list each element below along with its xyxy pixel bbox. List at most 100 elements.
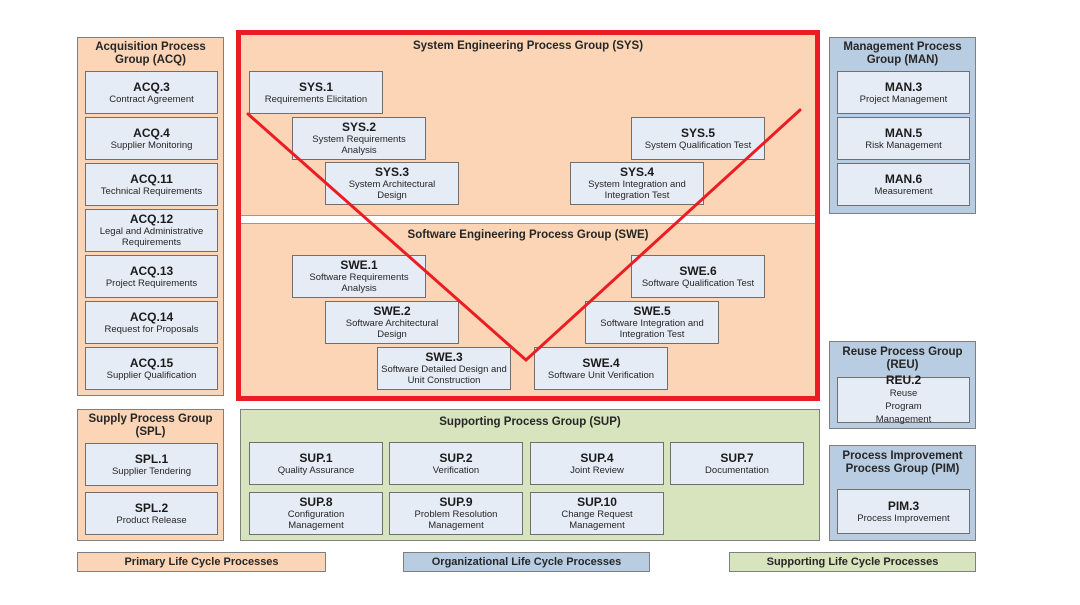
reu-group-title: Reuse Process Group (REU) bbox=[842, 346, 963, 371]
process-name: System Requirements Analysis bbox=[312, 134, 406, 156]
process-name: Software Unit Verification bbox=[547, 369, 655, 381]
process-name: Risk Management bbox=[865, 139, 942, 151]
process-id: ACQ.12 bbox=[129, 212, 174, 226]
process-id: REU.2 bbox=[885, 373, 922, 387]
process-sup-7[interactable]: SUP.7 Documentation bbox=[670, 442, 804, 485]
process-name: Project Management bbox=[859, 93, 948, 105]
man-group: Management Process Group (MAN) MAN.3 Pro… bbox=[829, 37, 976, 214]
process-swe-3[interactable]: SWE.3 Software Detailed Design and Unit … bbox=[377, 347, 511, 390]
process-id: SPL.1 bbox=[134, 451, 169, 466]
process-id: ACQ.3 bbox=[133, 79, 170, 94]
process-sys-5[interactable]: SYS.5 System Qualification Test bbox=[631, 117, 765, 160]
process-sup-10[interactable]: SUP.10 Change Request Management bbox=[530, 492, 664, 535]
process-id: MAN.5 bbox=[884, 125, 923, 140]
process-id: ACQ.4 bbox=[133, 125, 170, 140]
process-name: Request for Proposals bbox=[104, 323, 199, 335]
sup-group: Supporting Process Group (SUP) SUP.1 Qua… bbox=[240, 409, 820, 541]
process-id: SYS.4 bbox=[619, 165, 655, 179]
reu-group: Reuse Process Group (REU) REU.2 Reuse Pr… bbox=[829, 341, 976, 429]
process-id: SUP.7 bbox=[720, 450, 754, 465]
spl-group: Supply Process Group (SPL) SPL.1 Supplie… bbox=[77, 409, 224, 541]
process-swe-5[interactable]: SWE.5 Software Integration and Integrati… bbox=[585, 301, 719, 344]
process-id: SUP.10 bbox=[577, 495, 617, 509]
process-name: Joint Review bbox=[570, 464, 624, 476]
process-name: Process Improvement bbox=[857, 512, 950, 524]
process-name: Product Release bbox=[116, 514, 187, 526]
process-sys-1[interactable]: SYS.1 Requirements Elicitation bbox=[249, 71, 383, 114]
process-id: SUP.2 bbox=[439, 450, 473, 465]
process-name: Problem Resolution Management bbox=[414, 509, 498, 531]
process-acq-15[interactable]: ACQ.15 Supplier Qualification bbox=[85, 347, 218, 390]
sys-group-title: System Engineering Process Group (SYS) bbox=[412, 40, 644, 52]
acq-group: Acquisition Process Group (ACQ) ACQ.3 Co… bbox=[77, 37, 224, 396]
legend-primary: Primary Life Cycle Processes bbox=[77, 552, 326, 572]
process-sys-2[interactable]: SYS.2 System Requirements Analysis bbox=[292, 117, 426, 160]
process-id: SUP.9 bbox=[439, 495, 473, 509]
process-id: SWE.5 bbox=[633, 304, 671, 318]
process-swe-6[interactable]: SWE.6 Software Qualification Test bbox=[631, 255, 765, 298]
process-name: Verification bbox=[432, 464, 480, 476]
process-name: Software Requirements Analysis bbox=[309, 272, 409, 294]
process-pim-3[interactable]: PIM.3 Process Improvement bbox=[837, 489, 970, 534]
process-acq-3[interactable]: ACQ.3 Contract Agreement bbox=[85, 71, 218, 114]
spl-group-title: Supply Process Group (SPL) bbox=[88, 413, 213, 438]
process-id: SYS.1 bbox=[298, 79, 334, 94]
process-id: SPL.2 bbox=[134, 500, 169, 515]
process-name: Software Architectural Design bbox=[345, 318, 439, 340]
process-acq-4[interactable]: ACQ.4 Supplier Monitoring bbox=[85, 117, 218, 160]
process-id: SWE.2 bbox=[373, 304, 411, 318]
process-name: Documentation bbox=[705, 464, 769, 476]
process-name: Configuration Management bbox=[287, 509, 345, 531]
process-spl-2[interactable]: SPL.2 Product Release bbox=[85, 492, 218, 535]
pim-group-title: Process Improvement Process Group (PIM) bbox=[842, 450, 963, 475]
process-sys-4[interactable]: SYS.4 System Integration and Integration… bbox=[570, 162, 704, 205]
process-name: Measurement bbox=[874, 185, 933, 197]
process-reu-2[interactable]: REU.2 Reuse Program Management bbox=[837, 373, 970, 425]
process-name: Reuse Program Management bbox=[875, 388, 932, 425]
process-swe-4[interactable]: SWE.4 Software Unit Verification bbox=[534, 347, 668, 390]
sup-group-title: Supporting Process Group (SUP) bbox=[439, 416, 621, 428]
process-name: Requirements Elicitation bbox=[264, 93, 368, 105]
process-name: Software Detailed Design and Unit Constr… bbox=[381, 364, 507, 386]
process-name: Legal and Administrative Requirements bbox=[99, 226, 204, 248]
process-name: System Architectural Design bbox=[348, 179, 436, 201]
process-id: SWE.3 bbox=[425, 350, 463, 364]
man-group-title: Management Process Group (MAN) bbox=[843, 41, 962, 66]
process-sup-9[interactable]: SUP.9 Problem Resolution Management bbox=[389, 492, 523, 535]
process-name: Technical Requirements bbox=[100, 185, 203, 197]
process-sup-2[interactable]: SUP.2 Verification bbox=[389, 442, 523, 485]
process-name: Supplier Tendering bbox=[111, 465, 192, 477]
process-name: Quality Assurance bbox=[277, 464, 355, 476]
process-acq-14[interactable]: ACQ.14 Request for Proposals bbox=[85, 301, 218, 344]
process-id: SWE.4 bbox=[582, 355, 620, 370]
process-sup-8[interactable]: SUP.8 Configuration Management bbox=[249, 492, 383, 535]
process-swe-1[interactable]: SWE.1 Software Requirements Analysis bbox=[292, 255, 426, 298]
process-id: SYS.2 bbox=[341, 120, 377, 134]
sys-swe-separator bbox=[241, 215, 815, 224]
process-swe-2[interactable]: SWE.2 Software Architectural Design bbox=[325, 301, 459, 344]
process-sup-1[interactable]: SUP.1 Quality Assurance bbox=[249, 442, 383, 485]
process-id: PIM.3 bbox=[887, 498, 920, 513]
process-name: Contract Agreement bbox=[109, 93, 194, 105]
process-sup-4[interactable]: SUP.4 Joint Review bbox=[530, 442, 664, 485]
legend-supporting: Supporting Life Cycle Processes bbox=[729, 552, 976, 572]
process-man-5[interactable]: MAN.5 Risk Management bbox=[837, 117, 970, 160]
process-acq-13[interactable]: ACQ.13 Project Requirements bbox=[85, 255, 218, 298]
acq-group-title: Acquisition Process Group (ACQ) bbox=[95, 41, 206, 66]
process-man-3[interactable]: MAN.3 Project Management bbox=[837, 71, 970, 114]
process-acq-12[interactable]: ACQ.12 Legal and Administrative Requirem… bbox=[85, 209, 218, 252]
process-id: MAN.6 bbox=[884, 171, 923, 186]
process-spl-1[interactable]: SPL.1 Supplier Tendering bbox=[85, 443, 218, 486]
legend-organizational: Organizational Life Cycle Processes bbox=[403, 552, 650, 572]
process-id: SWE.6 bbox=[679, 263, 717, 278]
process-id: SUP.8 bbox=[299, 495, 333, 509]
process-id: SYS.5 bbox=[680, 125, 716, 140]
process-name: Software Integration and Integration Tes… bbox=[600, 318, 704, 340]
process-sys-3[interactable]: SYS.3 System Architectural Design bbox=[325, 162, 459, 205]
process-id: ACQ.13 bbox=[129, 263, 174, 278]
process-acq-11[interactable]: ACQ.11 Technical Requirements bbox=[85, 163, 218, 206]
process-id: SWE.1 bbox=[340, 258, 378, 272]
process-man-6[interactable]: MAN.6 Measurement bbox=[837, 163, 970, 206]
process-name: Supplier Monitoring bbox=[110, 139, 193, 151]
process-id: ACQ.14 bbox=[129, 309, 174, 324]
